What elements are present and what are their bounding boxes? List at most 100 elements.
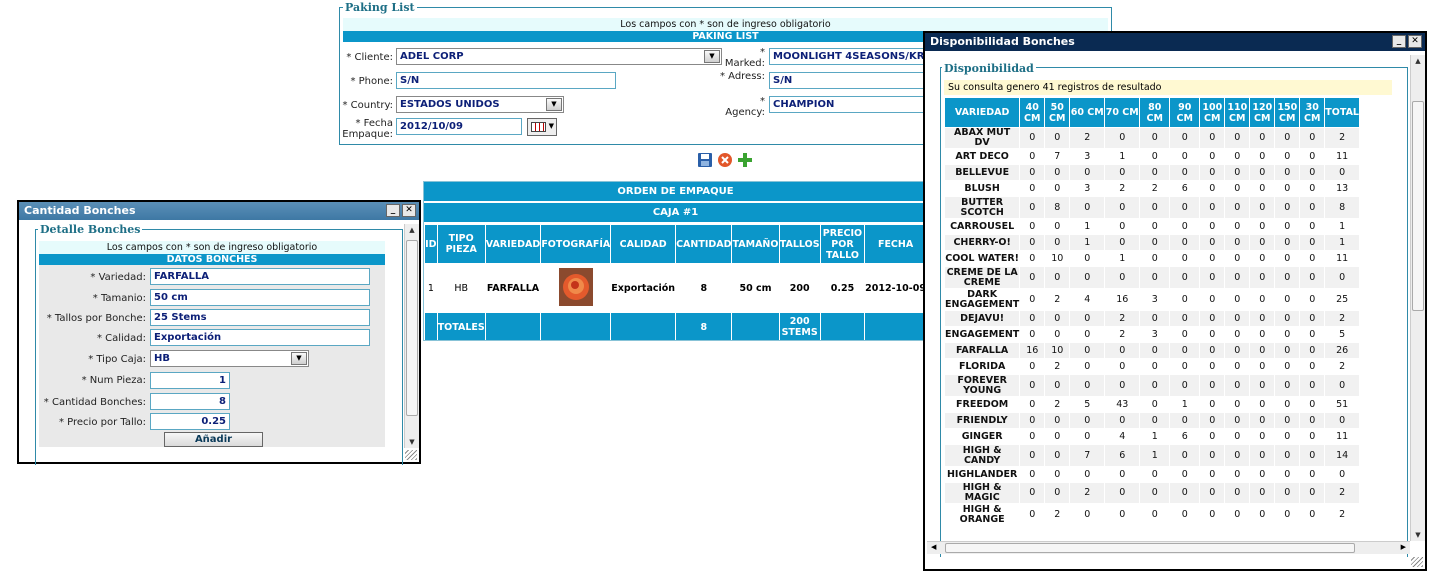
table-cell: 0	[1250, 197, 1275, 218]
table-row[interactable]: BLUSH 0 0 3 2 2 6 0 0 0 0 0 13	[945, 181, 1359, 196]
table-cell: 1	[1140, 429, 1170, 444]
table-cell: 0	[1045, 267, 1070, 288]
flower-photo[interactable]	[558, 267, 593, 306]
vertical-scrollbar[interactable]: ▲ ▼	[404, 224, 419, 448]
variedad-cell: BUTTER SCOTCH	[945, 197, 1020, 218]
table-row[interactable]: FREEDOM 0 2 5 43 0 1 0 0 0 0 0 51	[945, 397, 1359, 412]
table-cell: 0	[1300, 219, 1325, 234]
table-cell: 0	[1300, 128, 1325, 148]
table-row[interactable]: ENGAGEMENT 0 0 0 2 3 0 0 0 0 0 0 5	[945, 327, 1359, 342]
horizontal-scrollbar[interactable]: ◀ ▶	[927, 541, 1410, 554]
table-row[interactable]: ART DECO 0 7 3 1 0 0 0 0 0 0 0 11	[945, 149, 1359, 164]
scroll-right-icon[interactable]: ▶	[1401, 543, 1406, 551]
column-header: 30 CM	[1300, 98, 1325, 127]
add-icon[interactable]	[737, 152, 754, 169]
adress-label: * Adress:	[719, 71, 765, 82]
calendar-button[interactable]: ▼	[527, 118, 557, 136]
table-row[interactable]: FOREVER YOUNG 0 0 0 0 0 0 0 0 0 0 0 0	[945, 375, 1359, 396]
table-row[interactable]: FRIENDLY 0 0 0 0 0 0 0 0 0 0 0 0	[945, 413, 1359, 428]
scroll-up-icon[interactable]: ▲	[405, 226, 419, 234]
table-row[interactable]: CARROUSEL 0 0 1 0 0 0 0 0 0 0 0 1	[945, 219, 1359, 234]
tipo-caja-select[interactable]: HB ▼	[150, 350, 309, 367]
table-cell: 0	[1250, 181, 1275, 196]
chevron-down-icon[interactable]: ▼	[704, 50, 720, 63]
precio-tallo-input[interactable]: 0.25	[150, 413, 230, 430]
resize-grip-icon[interactable]	[1411, 557, 1423, 567]
cantidad-bonches-input[interactable]: 8	[150, 393, 230, 410]
variedad-cell: FREEDOM	[945, 397, 1020, 412]
table-row[interactable]: BELLEVUE 0 0 0 0 0 0 0 0 0 0 0 0	[945, 165, 1359, 180]
table-cell: 0	[1225, 219, 1250, 234]
chevron-down-icon[interactable]: ▼	[291, 352, 307, 365]
variedad-cell: BLUSH	[945, 181, 1020, 196]
scroll-down-icon[interactable]: ▼	[405, 438, 419, 446]
table-cell: 0	[1140, 219, 1170, 234]
table-cell: 0	[1140, 504, 1170, 525]
table-cell: 0	[1200, 235, 1225, 250]
table-row[interactable]: DARK ENGAGEMENT 0 2 4 16 3 0 0 0 0 0 0 25	[945, 289, 1359, 310]
table-row[interactable]: BUTTER SCOTCH 0 8 0 0 0 0 0 0 0 0 0 8	[945, 197, 1359, 218]
column-header: 150 CM	[1275, 98, 1300, 127]
resize-grip-icon[interactable]	[405, 450, 417, 460]
table-cell: 0	[1275, 235, 1300, 250]
cliente-value: ADEL CORP	[400, 51, 464, 62]
table-cell: 0	[1020, 251, 1045, 266]
save-icon[interactable]	[697, 152, 714, 169]
anadir-button[interactable]: Añadir	[164, 432, 263, 447]
cliente-select[interactable]: ADEL CORP ▼	[396, 48, 722, 65]
scroll-thumb[interactable]	[406, 240, 418, 416]
minimize-icon[interactable]: _	[386, 204, 400, 217]
table-cell: 0	[1275, 149, 1300, 164]
column-header: ID	[425, 225, 437, 263]
table-row[interactable]: FLORIDA 0 2 0 0 0 0 0 0 0 0 0 2	[945, 359, 1359, 374]
variedad-cell: ABAX MUT DV	[945, 128, 1020, 148]
table-cell: 0	[1170, 219, 1200, 234]
table-row[interactable]: CHERRY-O! 0 0 1 0 0 0 0 0 0 0 0 1	[945, 235, 1359, 250]
table-cell: 0	[1200, 289, 1225, 310]
table-row[interactable]: COOL WATER! 0 10 0 1 0 0 0 0 0 0 0 11	[945, 251, 1359, 266]
table-cell: 0	[1020, 467, 1045, 482]
table-row[interactable]: DEJAVU! 0 0 0 2 0 0 0 0 0 0 0 2	[945, 311, 1359, 326]
scroll-up-icon[interactable]: ▲	[1411, 57, 1425, 65]
table-row[interactable]: 1 HB FARFALLA Exportación 8 50 cm 200 0.…	[425, 264, 926, 312]
table-row[interactable]: ABAX MUT DV 0 0 2 0 0 0 0 0 0 0 0 2	[945, 128, 1359, 148]
table-cell: 0	[1170, 235, 1200, 250]
table-row[interactable]: HIGH & MAGIC 0 0 2 0 0 0 0 0 0 0 0 2	[945, 483, 1359, 503]
table-cell: 0	[1170, 251, 1200, 266]
table-row[interactable]: HIGH & ORANGE 0 2 0 0 0 0 0 0 0 0 0 2	[945, 504, 1359, 525]
variedad-input[interactable]: FARFALLA	[150, 268, 370, 285]
fecha-empaque-input[interactable]: 2012/10/09	[396, 118, 522, 135]
table-cell: 0	[1070, 467, 1105, 482]
vertical-scrollbar[interactable]: ▲ ▼	[1410, 55, 1425, 541]
table-cell: 0	[1225, 327, 1250, 342]
table-cell: 0	[1225, 375, 1250, 396]
table-row[interactable]: HIGHLANDER 0 0 0 0 0 0 0 0 0 0 0 0	[945, 467, 1359, 482]
table-row[interactable]: GINGER 0 0 0 4 1 6 0 0 0 0 0 11	[945, 429, 1359, 444]
table-cell: 0	[1140, 375, 1170, 396]
paking-list-legend: Paking List	[343, 1, 417, 14]
scroll-down-icon[interactable]: ▼	[1411, 531, 1425, 539]
scroll-thumb[interactable]	[945, 543, 1355, 553]
table-cell: 0	[1170, 504, 1200, 525]
num-pieza-input[interactable]: 1	[150, 372, 230, 389]
country-select[interactable]: ESTADOS UNIDOS ▼	[396, 96, 564, 113]
table-row[interactable]: CREME DE LA CREME 0 0 0 0 0 0 0 0 0 0 0 0	[945, 267, 1359, 288]
table-cell: 0	[1225, 251, 1250, 266]
cancel-icon[interactable]	[717, 152, 734, 169]
calidad-input[interactable]: Exportación	[150, 329, 370, 346]
table-cell: 0	[1170, 327, 1200, 342]
table-cell: 0	[1225, 504, 1250, 525]
table-cell: 0	[1275, 359, 1300, 374]
scroll-left-icon[interactable]: ◀	[931, 543, 936, 551]
table-row[interactable]: HIGH & CANDY 0 0 7 6 1 0 0 0 0 0 0 14	[945, 445, 1359, 466]
caja-title: CAJA #1	[424, 203, 927, 222]
phone-input[interactable]: S/N	[396, 72, 616, 89]
tamanio-input[interactable]: 50 cm	[150, 289, 370, 306]
close-icon[interactable]: ✕	[402, 204, 416, 217]
table-row[interactable]: FARFALLA 16 10 0 0 0 0 0 0 0 0 0 26	[945, 343, 1359, 358]
table-cell: 0	[1045, 165, 1070, 180]
scroll-thumb[interactable]	[1412, 101, 1424, 311]
tallos-input[interactable]: 25 Stems	[150, 309, 370, 326]
close-icon[interactable]: ✕	[1408, 35, 1422, 48]
chevron-down-icon[interactable]: ▼	[546, 98, 562, 111]
